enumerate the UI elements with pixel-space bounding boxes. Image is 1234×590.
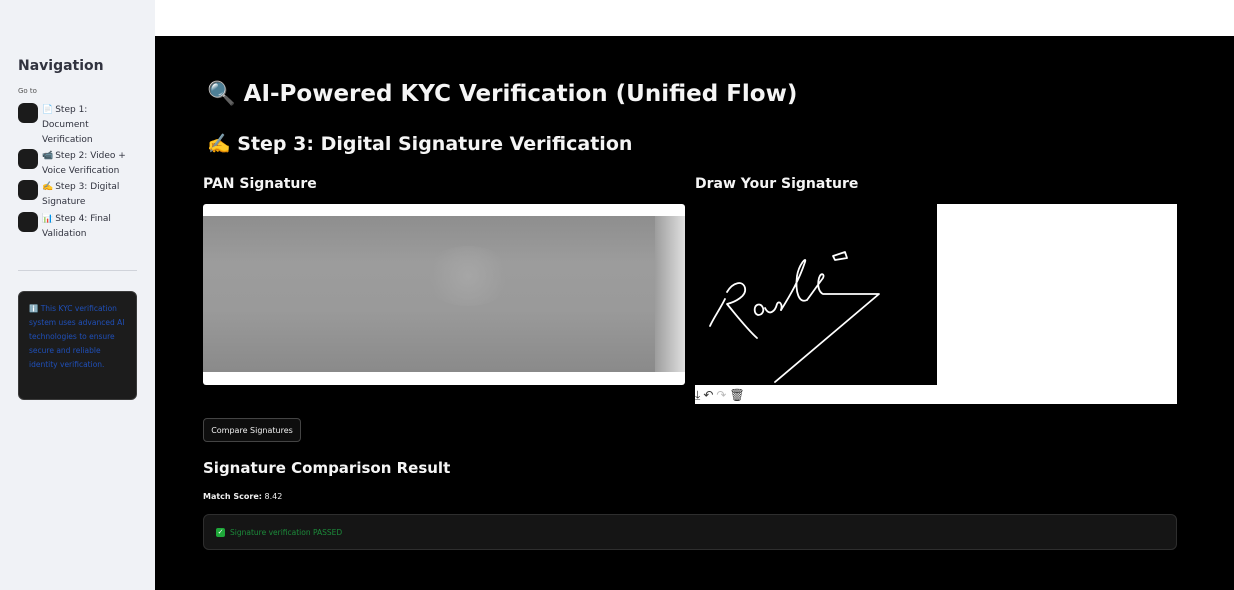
download-icon[interactable]: ⤓ [695,388,700,402]
match-score-label: Match Score: [203,492,262,501]
video-icon: 📹 [42,151,54,161]
match-score: Match Score: 8.42 [203,492,282,501]
nav-radio-label: ✍️ Step 3: Digital Signature [42,182,120,207]
drawn-signature [709,251,880,383]
nav-radio-label: 📹 Step 2: Video + Voice Verification [42,151,126,176]
nav-radio-step-4[interactable]: 📊 Step 4: Final Validation [18,212,126,242]
info-box: ℹ️ This KYC verification system uses adv… [18,291,137,400]
radio-button[interactable] [18,149,38,169]
document-icon: 📄 [42,105,54,115]
trash-icon[interactable]: 🗑 [729,388,744,402]
undo-icon[interactable]: ↶ [703,388,713,402]
radio-button[interactable] [18,103,38,123]
nav-radio-label: 📊 Step 4: Final Validation [42,214,111,239]
signature-drawing-canvas[interactable] [695,204,937,385]
nav-radio-step-1[interactable]: 📄 Step 1: Document Verification [18,103,126,148]
page-title: 🔍 AI-Powered KYC Verification (Unified F… [207,81,798,107]
step-title: ✍️ Step 3: Digital Signature Verificatio… [207,133,633,155]
writing-hand-icon: ✍️ [42,182,54,192]
sidebar-title: Navigation [18,58,104,74]
top-header-bar [155,0,1234,36]
nav-radio-step-2[interactable]: 📹 Step 2: Video + Voice Verification [18,149,126,179]
sidebar: Navigation Go to 📄 Step 1: Document Verif… [0,0,155,590]
draw-signature-label: Draw Your Signature [695,176,859,192]
match-score-value: 8.42 [264,492,283,501]
radio-button[interactable] [18,180,38,200]
sidebar-divider [18,270,137,271]
nav-radio-step-3[interactable]: ✍️ Step 3: Digital Signature [18,180,126,210]
nav-radio-label: 📄 Step 1: Document Verification [42,105,93,145]
result-title: Signature Comparison Result [203,459,451,477]
success-alert: ✓ Signature verification PASSED [203,514,1177,550]
redo-icon[interactable]: ↷ [716,388,726,402]
check-icon: ✓ [216,527,225,537]
pan-signature-image [203,204,685,385]
main-content: 🔍 AI-Powered KYC Verification (Unified F… [155,36,1234,590]
radio-button[interactable] [18,212,38,232]
pan-signature-label: PAN Signature [203,176,317,192]
signature-canvas-container: ⤓ ↶ ↷ 🗑 [695,204,1177,404]
canvas-toolbar: ⤓ ↶ ↷ 🗑 [695,386,745,404]
success-message: Signature verification PASSED [230,527,343,537]
chart-icon: 📊 [42,214,54,224]
compare-signatures-button[interactable]: Compare Signatures [203,418,301,442]
goto-label: Go to [18,87,37,95]
